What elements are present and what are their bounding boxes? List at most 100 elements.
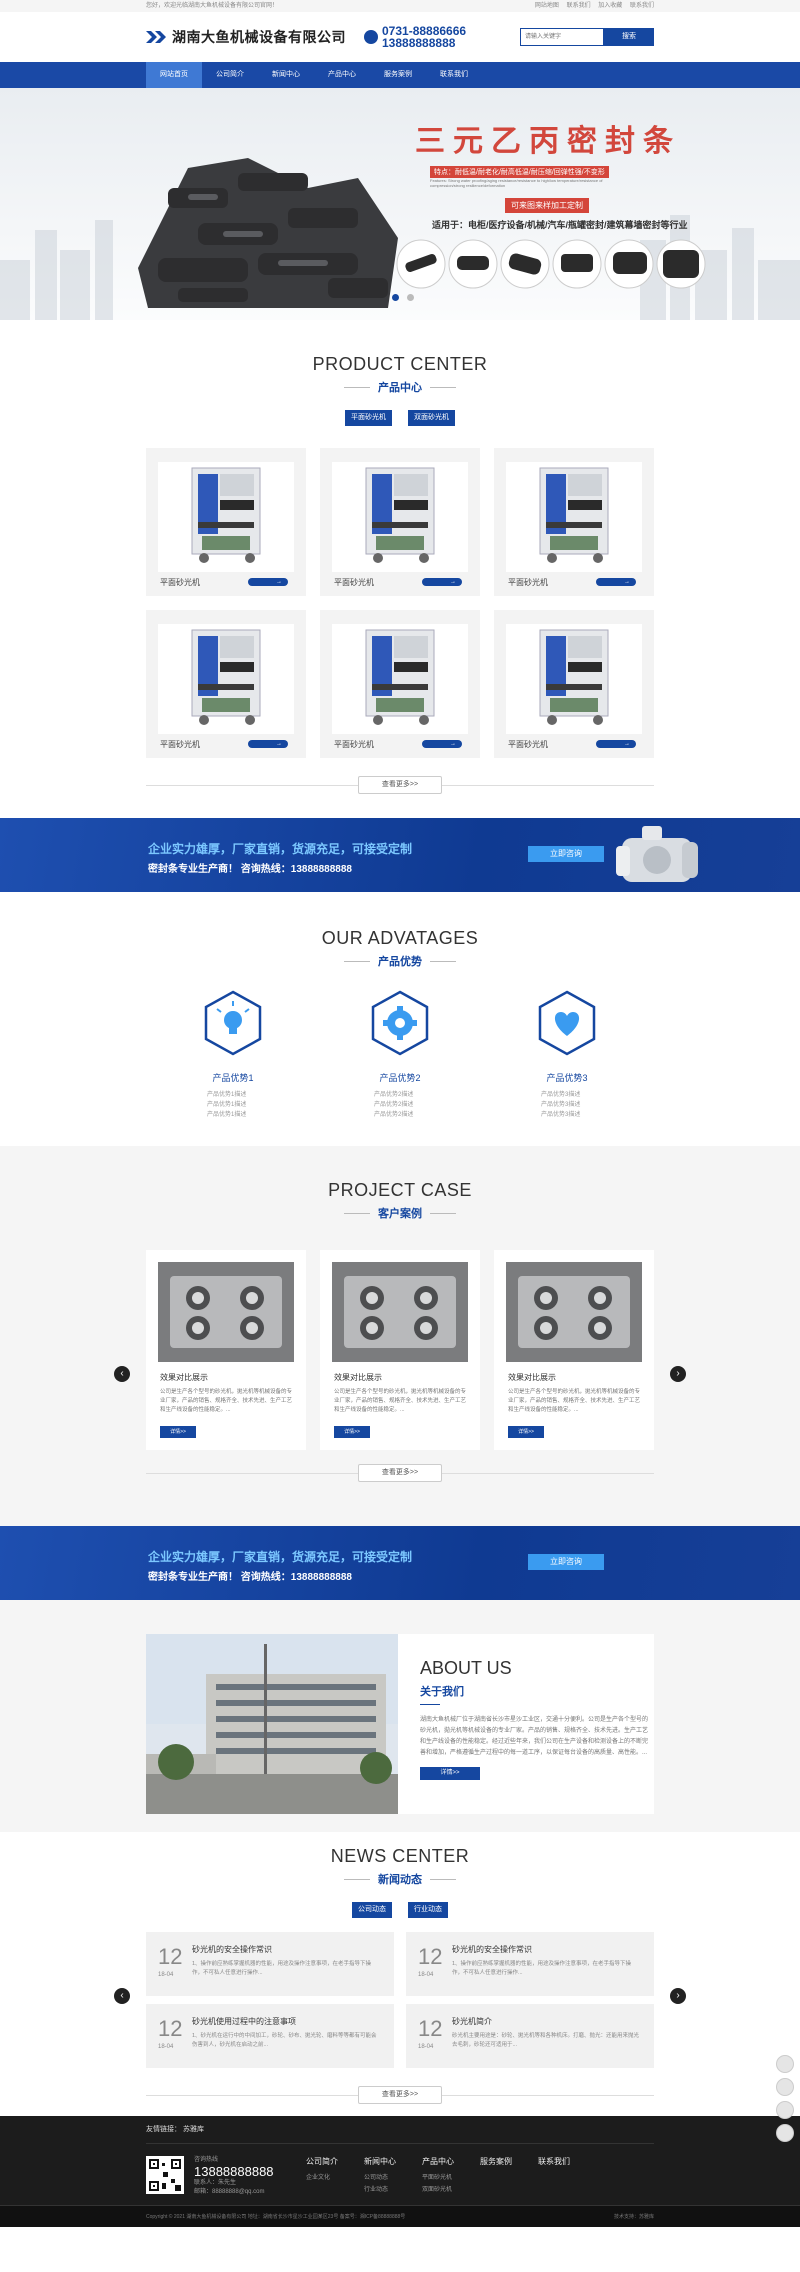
search-input[interactable]: [520, 28, 604, 46]
product-card[interactable]: 平面砂光机 →: [320, 448, 480, 596]
advantages-title-en: OUR ADVATAGES: [321, 928, 479, 948]
product-card-arrow-button[interactable]: →: [248, 740, 288, 748]
footer-col-cases: 服务案例: [480, 2156, 538, 2197]
news-card[interactable]: 12 18-04 砂光机使用过程中的注意事项 1、砂光机在运行中的中间加工，砂轮、砂布…: [146, 2004, 394, 2068]
product-card-arrow-button[interactable]: →: [248, 578, 288, 586]
friend-links: 友情链接： 苏雅库: [146, 2116, 654, 2144]
cta-1-consult-button[interactable]: 立即咨询: [528, 846, 604, 862]
footer-link[interactable]: 企业文化: [306, 2172, 364, 2184]
top-link-contact-2[interactable]: 联系我们: [630, 3, 654, 9]
cases-more: 查看更多>>: [146, 1464, 654, 1482]
case-card[interactable]: 效果对比展示 公司是生产各个型号的砂光机，拋光机等机械设备的专业厂家，产品的销售、…: [320, 1250, 480, 1450]
top-link-contact[interactable]: 联系我们: [567, 3, 591, 9]
tab-flat-sander[interactable]: 平面砂光机: [345, 410, 392, 426]
news-prev-arrow[interactable]: ‹: [114, 1988, 130, 2004]
friend-links-label: 友情链接：: [146, 2126, 181, 2133]
news-title[interactable]: 砂光机的安全操作常识: [452, 1944, 532, 1955]
product-card-arrow-button[interactable]: →: [596, 740, 636, 748]
news-day: 12: [158, 1944, 183, 1969]
main-nav: 网站首页 公司简介 新闻中心 产品中心 服务案例 联系我们: [0, 62, 800, 88]
product-card-arrow-button[interactable]: →: [422, 578, 462, 586]
about-text-block: ABOUT US 关于我们 湖南大鱼机械厂位于湖南省长沙市星沙工业区，交通十分便…: [398, 1634, 654, 1814]
footer-link[interactable]: 平面砂光机: [422, 2172, 480, 2184]
product-card[interactable]: 平面砂光机 →: [494, 448, 654, 596]
top-link-favorite[interactable]: 加入收藏: [598, 3, 622, 9]
footer-col-title[interactable]: 新闻中心: [364, 2156, 422, 2168]
product-card[interactable]: 平面砂光机 →: [494, 610, 654, 758]
float-top-button[interactable]: [776, 2124, 794, 2142]
news-more-button[interactable]: 查看更多>>: [358, 2086, 442, 2104]
tab-double-sander[interactable]: 双面砂光机: [408, 410, 455, 426]
header: 湖南大鱼机械设备有限公司 0731-88886666 13888888888 搜…: [0, 12, 800, 62]
case-card[interactable]: 效果对比展示 公司是生产各个型号的砂光机，拋光机等机械设备的专业厂家，产品的销售、…: [146, 1250, 306, 1450]
nav-about[interactable]: 公司简介: [202, 62, 258, 88]
banner-dots: [392, 294, 422, 301]
product-card-label: 平面砂光机: [334, 740, 374, 749]
nav-products[interactable]: 产品中心: [314, 62, 370, 88]
case-card-detail-button[interactable]: 详情>>: [334, 1426, 370, 1438]
search-button[interactable]: 搜索: [604, 28, 654, 46]
case-card-detail-button[interactable]: 详情>>: [508, 1426, 544, 1438]
advantage-2-desc: 产品优势2描述 产品优势2描述 产品优势2描述: [374, 1092, 414, 1118]
float-phone-button[interactable]: [776, 2055, 794, 2073]
footer-col-title[interactable]: 公司简介: [306, 2156, 364, 2168]
sander-machine-image: [506, 462, 642, 572]
news-day: 12: [158, 2016, 183, 2041]
about-detail-button[interactable]: 详情>>: [420, 1767, 480, 1780]
banner-title: 三元乙丙密封条: [415, 124, 681, 159]
tab-industry-news[interactable]: 行业动态: [408, 1902, 448, 1918]
news-card[interactable]: 12 18-04 砂光机的安全操作常识 1、操作前应熟练掌握机器的性能，用途及操作注意…: [146, 1932, 394, 1996]
footer-col-title[interactable]: 服务案例: [480, 2156, 538, 2168]
footer-col-products: 产品中心平面砂光机 双面砂光机: [422, 2156, 480, 2197]
news-title[interactable]: 砂光机简介: [452, 2016, 492, 2027]
product-more-button[interactable]: 查看更多>>: [358, 776, 442, 794]
product-tabs: 平面砂光机 双面砂光机: [0, 410, 800, 426]
news-card[interactable]: 12 18-04 砂光机简介 砂光机主要用途是：砂轮、拋光机等和各种机床。打磨、抛光：…: [406, 2004, 654, 2068]
footer-col-title[interactable]: 联系我们: [538, 2156, 596, 2168]
cases-more-button[interactable]: 查看更多>>: [358, 1464, 442, 1482]
banner-dot-1[interactable]: [392, 294, 399, 301]
nav-cases[interactable]: 服务案例: [370, 62, 426, 88]
news-title[interactable]: 砂光机使用过程中的注意事项: [192, 2016, 296, 2027]
float-chat-button[interactable]: [776, 2078, 794, 2096]
logo[interactable]: 湖南大鱼机械设备有限公司: [146, 27, 346, 47]
nav-contact[interactable]: 联系我们: [426, 62, 482, 88]
footer-col-title[interactable]: 产品中心: [422, 2156, 480, 2168]
footer-email: 邮箱：88888888@qq.com: [194, 2189, 265, 2195]
product-card[interactable]: 平面砂光机 →: [320, 610, 480, 758]
float-qr-button[interactable]: [776, 2101, 794, 2119]
cta-2-consult-button[interactable]: 立即咨询: [528, 1554, 604, 1570]
case-card-title: 效果对比展示: [334, 1373, 382, 1382]
copyright: Copyright © 2021 湖南大鱼机械设备有限公司 地址：湖南省长沙市星…: [146, 2214, 406, 2220]
hero-banner[interactable]: 三元乙丙密封条 特点：耐低温/耐老化/耐高低温/耐压缩/回弹性强/不变形 Fea…: [0, 88, 800, 320]
cases-next-arrow[interactable]: ›: [670, 1366, 686, 1382]
news-next-arrow[interactable]: ›: [670, 1988, 686, 2004]
product-card-arrow-button[interactable]: →: [596, 578, 636, 586]
cases-prev-arrow[interactable]: ‹: [114, 1366, 130, 1382]
news-section-title: NEWS CENTER 新闻动态: [0, 1846, 800, 1888]
case-card[interactable]: 效果对比展示 公司是生产各个型号的砂光机，拋光机等机械设备的专业厂家，产品的销售、…: [494, 1250, 654, 1450]
friend-link-1[interactable]: 苏雅库: [183, 2126, 204, 2133]
news-card[interactable]: 12 18-04 砂光机的安全操作常识 1、操作前应熟练掌握机器的性能，用途及操作注意…: [406, 1932, 654, 1996]
product-card-label: 平面砂光机: [160, 578, 200, 587]
product-card-arrow-button[interactable]: →: [422, 740, 462, 748]
footer-link[interactable]: 公司动态: [364, 2172, 422, 2184]
product-card[interactable]: 平面砂光机 →: [146, 610, 306, 758]
footer-link[interactable]: 双面砂光机: [422, 2184, 480, 2196]
footer-contact: 咨询热线 13888888888 联系人：朱先生 邮箱：88888888@qq.…: [194, 2156, 306, 2197]
nav-home[interactable]: 网站首页: [146, 62, 202, 88]
tab-company-news[interactable]: 公司动态: [352, 1902, 392, 1918]
news-title[interactable]: 砂光机的安全操作常识: [192, 1944, 272, 1955]
nav-news[interactable]: 新闻中心: [258, 62, 314, 88]
news-title-cn: 新闻动态: [344, 1871, 456, 1887]
product-title-cn: 产品中心: [344, 379, 456, 395]
rubber-profiles-image: [138, 158, 398, 308]
product-card[interactable]: 平面砂光机 →: [146, 448, 306, 596]
banner-dot-2[interactable]: [407, 294, 414, 301]
hotline: 0731-88886666 13888888888: [364, 25, 466, 49]
top-bar: 您好，欢迎光临湖南大鱼机械设备有限公司官网！ 网站地图 联系我们 加入收藏 联系…: [0, 0, 800, 12]
top-link-sitemap[interactable]: 网站地图: [535, 3, 559, 9]
footer-link[interactable]: 行业动态: [364, 2184, 422, 2196]
advantage-1-desc: 产品优势1描述 产品优势1描述 产品优势1描述: [207, 1092, 247, 1118]
case-card-detail-button[interactable]: 详情>>: [160, 1426, 196, 1438]
